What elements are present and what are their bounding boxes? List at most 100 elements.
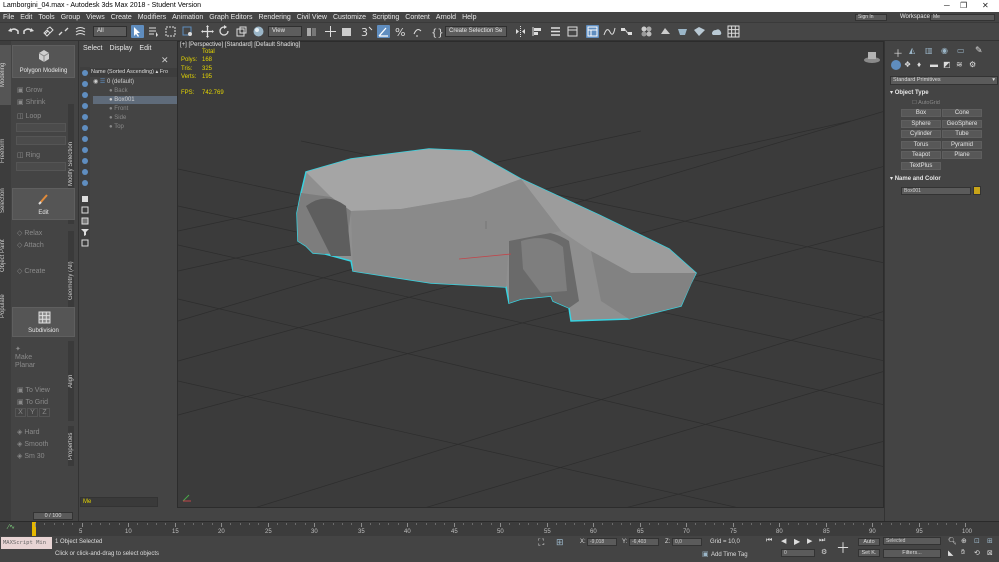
edit-named-selection-icon[interactable]: {} — [430, 25, 443, 38]
smooth-button[interactable]: ◈ Smooth — [17, 440, 48, 448]
primitive-category-dropdown[interactable]: Standard Primitives ▾ — [890, 76, 998, 85]
lights-filter-icon[interactable] — [81, 91, 89, 99]
menu-graph-editors[interactable]: Graph Editors — [206, 12, 255, 23]
menu-group[interactable]: Group — [58, 12, 83, 23]
maximize-viewport-icon[interactable]: ⊠ — [987, 549, 993, 557]
x-coordinate-field[interactable]: -9,018 — [587, 538, 617, 546]
align-y-button[interactable]: Y — [27, 408, 38, 417]
loop-options-group[interactable] — [16, 123, 66, 132]
shapes-category-icon[interactable]: ❖ — [904, 60, 911, 69]
select-object-icon[interactable] — [131, 25, 144, 38]
menu-views[interactable]: Views — [83, 12, 108, 23]
key-filters-add-icon[interactable]: ＋ — [836, 538, 850, 558]
eye-icon[interactable]: ◉ — [93, 79, 98, 85]
render-in-cloud-icon[interactable] — [710, 25, 723, 38]
mirror-icon[interactable] — [514, 25, 527, 38]
teapot-button[interactable]: Teapot — [901, 151, 941, 159]
viewport-canvas[interactable] — [178, 42, 884, 508]
align-z-button[interactable]: Z — [39, 408, 50, 417]
subdivision-button[interactable]: Subdivision — [12, 307, 75, 337]
select-all-icon[interactable] — [81, 195, 89, 203]
timeline-ruler[interactable]: 5 10 15 20 25 30 35 40 45 50 55 60 65 70 75 80 85 90 95 100 — [35, 523, 975, 537]
menu-animation[interactable]: Animation — [169, 12, 206, 23]
render-setup-icon[interactable] — [659, 25, 672, 38]
unlink-icon[interactable] — [57, 25, 70, 38]
auto-key-button[interactable]: Auto — [858, 538, 880, 546]
object-type-rollout-header[interactable]: ▾ Object Type — [890, 89, 929, 96]
window-crossing-icon[interactable] — [181, 25, 194, 38]
box-button[interactable]: Box — [901, 109, 941, 117]
toggle-scene-explorer-icon[interactable] — [566, 25, 579, 38]
scale-icon[interactable] — [235, 25, 248, 38]
tab-modeling[interactable]: Modeling — [0, 45, 11, 105]
scene-row-layer[interactable]: ◉ ☰ 0 (default) — [93, 78, 177, 86]
hierarchy-panel-icon[interactable]: ▥ — [925, 46, 933, 55]
minimize-icon[interactable]: ─ — [944, 0, 950, 12]
containers-filter-icon[interactable] — [81, 168, 89, 176]
go-to-end-icon[interactable]: ⏭ — [819, 537, 825, 545]
align-panel-label[interactable]: Align — [68, 341, 74, 421]
menu-edit[interactable]: Edit — [17, 12, 35, 23]
polygon-modeling-button[interactable]: Polygon Modeling — [12, 45, 75, 78]
menu-tools[interactable]: Tools — [35, 12, 57, 23]
geometry-filter-icon[interactable] — [81, 69, 89, 77]
tube-button[interactable]: Tube — [942, 130, 982, 138]
field-of-view-icon[interactable]: ◣ — [948, 549, 953, 557]
xrefs-filter-icon[interactable] — [81, 146, 89, 154]
isolate-selection-icon[interactable]: ⛶ — [538, 537, 544, 548]
selection-filter-dropdown[interactable]: All — [93, 26, 127, 37]
close-icon[interactable]: ✕ — [982, 0, 989, 12]
bones-filter-icon[interactable] — [81, 157, 89, 165]
spacewarps-filter-icon[interactable] — [81, 124, 89, 132]
tab-object-paint[interactable]: Object Paint — [0, 231, 11, 281]
menu-scripting[interactable]: Scripting — [369, 12, 402, 23]
undo-icon[interactable] — [7, 25, 20, 38]
place-icon[interactable] — [252, 25, 265, 38]
reference-coordinate-dropdown[interactable]: View — [268, 26, 302, 37]
angle-snap-icon[interactable] — [377, 25, 390, 38]
object-color-swatch[interactable] — [973, 186, 981, 195]
link-icon[interactable] — [42, 25, 55, 38]
key-filters-button[interactable]: Filters... — [883, 549, 941, 558]
attach-button[interactable]: ◇ Attach — [17, 241, 44, 249]
tab-populate[interactable]: Populate — [0, 286, 11, 326]
find-icon[interactable] — [81, 239, 89, 247]
create-panel-icon[interactable]: ＋ — [893, 45, 903, 60]
zoom-extents-icon[interactable]: ⊡ — [974, 537, 980, 545]
helpers-category-icon[interactable]: ◩ — [943, 60, 951, 69]
zoom-extents-all-icon[interactable]: ⊞ — [987, 537, 993, 545]
redo-icon[interactable] — [22, 25, 35, 38]
to-view-button[interactable]: ▣ To View — [17, 386, 50, 394]
cameras-filter-icon[interactable] — [81, 102, 89, 110]
schematic-view-icon[interactable] — [620, 25, 633, 38]
frame-counter[interactable]: 0 / 100 — [33, 512, 73, 520]
scene-row-box001[interactable]: ● Box001 — [93, 96, 177, 104]
create-button[interactable]: ◇ Create — [17, 267, 45, 275]
time-slider[interactable]: ⁄∿ 5 10 15 20 25 30 35 40 45 50 55 60 65 70 75 80 85 90 95… — [0, 521, 999, 536]
previous-frame-icon[interactable]: ◀ — [781, 537, 786, 545]
align-x-button[interactable]: X — [15, 408, 26, 417]
curve-editor-icon[interactable] — [603, 25, 616, 38]
loop-button[interactable]: ◫ Loop — [17, 112, 41, 120]
grow-button[interactable]: ▣ Grow — [17, 86, 42, 94]
keyboard-shortcut-icon[interactable] — [340, 25, 353, 38]
motion-panel-icon[interactable]: ◉ — [941, 46, 948, 55]
scene-row-back[interactable]: ● Back — [93, 87, 177, 95]
make-planar-button[interactable]: ✦ Make Planar — [15, 346, 45, 370]
orbit-icon[interactable]: ⟲ — [974, 549, 980, 557]
perspective-viewport[interactable] — [177, 41, 884, 508]
menu-help[interactable]: Help — [459, 12, 479, 23]
frozen-filter-icon[interactable] — [81, 179, 89, 187]
cone-button[interactable]: Cone — [942, 109, 982, 117]
smooth-30-button[interactable]: ◈ Sm 30 — [17, 452, 45, 460]
key-mode-dropdown[interactable]: Selected — [883, 537, 941, 545]
select-none-icon[interactable] — [81, 206, 89, 214]
select-and-manipulate-icon[interactable] — [324, 25, 337, 38]
scene-menu-display[interactable]: Display — [109, 45, 132, 52]
go-to-start-icon[interactable]: ⏮ — [766, 537, 772, 545]
menu-file[interactable]: File — [0, 12, 17, 23]
scene-row-front[interactable]: ● Front — [93, 105, 177, 113]
cameras-category-icon[interactable]: ▬ — [930, 60, 938, 69]
shrink-button[interactable]: ▣ Shrink — [17, 98, 45, 106]
workspaces-dropdown[interactable]: Me — [930, 14, 995, 21]
